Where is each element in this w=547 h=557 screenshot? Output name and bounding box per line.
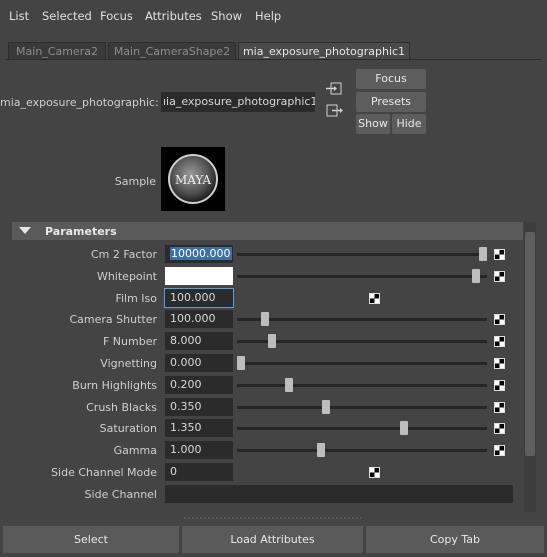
input-connection-icon[interactable]	[326, 81, 344, 97]
menu-help[interactable]: Help	[255, 9, 281, 23]
param-slider-track[interactable]	[237, 406, 487, 409]
param-value-field[interactable]: 1.000	[165, 441, 233, 459]
param-label: Film Iso	[115, 292, 157, 305]
param-value-field[interactable]: 0	[165, 463, 233, 481]
param-slider-handle[interactable]	[479, 247, 487, 261]
menu-list[interactable]: List	[9, 9, 29, 23]
output-connection-icon[interactable]	[326, 103, 344, 119]
param-label: Cm 2 Factor	[90, 248, 157, 261]
param-label: Camera Shutter	[69, 313, 157, 326]
param-slider-track[interactable]	[237, 449, 487, 452]
param-label: F Number	[102, 335, 157, 348]
param-label: Burn Highlights	[72, 379, 157, 392]
collapse-triangle-icon[interactable]	[19, 227, 31, 234]
map-texture-icon[interactable]	[494, 423, 505, 434]
map-texture-icon[interactable]	[494, 358, 505, 369]
map-texture-icon[interactable]	[369, 293, 380, 304]
load-attributes-button[interactable]: Load Attributes	[182, 526, 363, 553]
logo-text: MAYA	[175, 173, 211, 187]
param-value-field[interactable]: 0.000	[165, 354, 233, 372]
param-label: Vignetting	[100, 357, 157, 370]
param-label: Gamma	[113, 444, 157, 457]
focus-button[interactable]: Focus	[356, 69, 426, 89]
param-slider-track[interactable]	[237, 384, 487, 387]
param-slider-handle[interactable]	[285, 378, 294, 392]
param-label: Side Channel Mode	[51, 466, 157, 479]
param-slider-handle[interactable]	[321, 400, 330, 414]
side-channel-field[interactable]	[165, 485, 513, 503]
param-label: Whitepoint	[96, 270, 157, 283]
param-value-field[interactable]: 8.000	[165, 332, 233, 350]
param-value-field[interactable]: 0.350	[165, 398, 233, 416]
presets-button[interactable]: Presets	[356, 92, 426, 112]
param-slider-handle[interactable]	[400, 421, 409, 435]
param-slider-track[interactable]	[237, 253, 487, 256]
node-name-field[interactable]: ıia_exposure_photographic1	[161, 92, 315, 112]
resize-handle[interactable]	[183, 517, 361, 519]
param-slider-handle[interactable]	[237, 356, 245, 370]
node-name-label: mia_exposure_photographic:	[0, 96, 159, 109]
param-value-field[interactable]: 10000.000	[165, 245, 233, 263]
hide-button[interactable]: Hide	[392, 114, 426, 134]
map-texture-icon[interactable]	[494, 380, 505, 391]
param-label: Side Channel	[84, 488, 157, 501]
sample-swatch[interactable]: MAYA	[161, 147, 225, 211]
map-texture-icon[interactable]	[369, 467, 380, 478]
menu-attributes[interactable]: Attributes	[145, 9, 202, 23]
param-value-field[interactable]: 0.200	[165, 376, 233, 394]
tab-mia-exposure-photographic1[interactable]: mia_exposure_photographic1	[238, 42, 410, 60]
tab-divider	[6, 59, 541, 60]
parameters-frame-title: Parameters	[45, 225, 117, 238]
param-slider-handle[interactable]	[316, 443, 325, 457]
menu-focus[interactable]: Focus	[100, 9, 133, 23]
copy-tab-button[interactable]: Copy Tab	[366, 526, 544, 553]
param-value-field[interactable]: 100.000	[165, 310, 233, 328]
param-slider-handle[interactable]	[268, 334, 277, 348]
param-slider-track[interactable]	[237, 318, 487, 321]
param-value-field[interactable]: 1.350	[165, 419, 233, 437]
param-slider-handle[interactable]	[471, 269, 480, 283]
whitepoint-color-swatch[interactable]	[165, 267, 233, 285]
param-slider-handle[interactable]	[261, 312, 270, 326]
menu-show[interactable]: Show	[211, 9, 242, 23]
map-texture-icon[interactable]	[494, 271, 505, 282]
map-texture-icon[interactable]	[494, 336, 505, 347]
tab-main-camerashape2[interactable]: Main_CameraShape2	[108, 42, 236, 60]
maya-logo-icon: MAYA	[168, 154, 218, 204]
param-slider-track[interactable]	[237, 362, 487, 365]
selected-text: 10000.000	[170, 247, 232, 260]
show-button[interactable]: Show	[356, 114, 390, 134]
select-button[interactable]: Select	[3, 526, 179, 553]
param-value-field[interactable]: 100.000	[164, 288, 234, 308]
map-texture-icon[interactable]	[494, 249, 505, 260]
menu-selected[interactable]: Selected	[42, 9, 92, 23]
param-slider-track[interactable]	[237, 427, 487, 430]
tab-main-camera2[interactable]: Main_Camera2	[8, 42, 106, 60]
param-slider-track[interactable]	[237, 275, 487, 278]
map-texture-icon[interactable]	[494, 314, 505, 325]
map-texture-icon[interactable]	[494, 402, 505, 413]
map-texture-icon[interactable]	[494, 445, 505, 456]
param-label: Crush Blacks	[86, 401, 157, 414]
scrollbar-thumb[interactable]	[525, 232, 535, 456]
sample-label: Sample	[114, 175, 156, 188]
param-label: Saturation	[99, 422, 157, 435]
